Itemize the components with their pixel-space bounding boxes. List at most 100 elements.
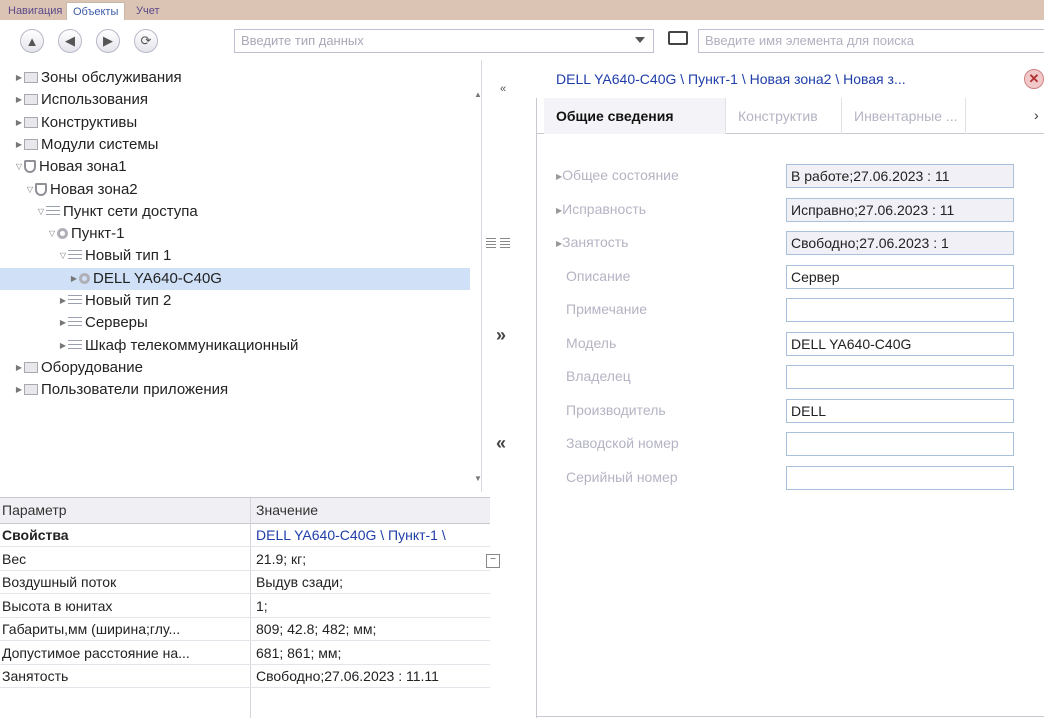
field-input[interactable]: DELL — [786, 398, 1014, 423]
close-icon[interactable]: ✕ — [1024, 69, 1044, 89]
field-label-text: Производитель — [566, 401, 666, 418]
expand-open-icon[interactable]: ▽ — [25, 179, 35, 201]
field-label-text: Модель — [566, 334, 617, 351]
tree-item[interactable]: ▶ Использования — [0, 89, 470, 111]
grid-param: Вес — [2, 550, 27, 567]
grip-icon[interactable] — [500, 238, 510, 248]
tree-item[interactable]: ▶ Конструктивы — [0, 112, 470, 134]
tree-item-label: Модули системы — [41, 135, 159, 153]
field-input[interactable] — [786, 298, 1014, 322]
monitor-icon[interactable] — [668, 31, 688, 45]
tab-navigation[interactable]: Навигация — [2, 2, 68, 20]
grid-param: Габариты,мм (ширина;глу... — [2, 621, 181, 637]
tab-construct[interactable]: Конструктив — [726, 98, 842, 134]
tree-item[interactable]: ▶ Зоны обслуживания — [0, 67, 470, 89]
tree-item[interactable]: ▽ Пункт сети доступа — [0, 201, 470, 223]
tab-objects[interactable]: Объекты — [66, 2, 126, 20]
tree-item-label: Пункт-1 — [71, 225, 125, 243]
grid-value[interactable]: 681; 861; мм; — [256, 642, 486, 664]
grip-icon[interactable] — [486, 238, 496, 248]
grid-row[interactable]: Допустимое расстояние на... 681; 861; мм; — [0, 642, 490, 665]
forward-icon[interactable]: ▶ — [96, 29, 120, 53]
grid-row[interactable]: Вес 21.9; кг; — [0, 548, 490, 571]
shield-icon — [35, 182, 47, 196]
field-input[interactable] — [786, 365, 1014, 389]
expand-closed-icon[interactable]: ▶ — [14, 112, 24, 134]
data-type-placeholder: Введите тип данных — [241, 33, 364, 48]
tree-item[interactable]: ▶ Новый тип 2 — [0, 290, 470, 312]
expand-open-icon[interactable]: ▽ — [58, 245, 68, 267]
grid-value[interactable]: 21.9; кг; — [256, 548, 486, 570]
breadcrumb[interactable]: DELL YA640-C40G \ Пункт-1 \ Новая зона2 … — [556, 67, 1004, 91]
expand-open-icon[interactable]: ▽ — [14, 156, 24, 178]
expand-open-icon[interactable]: ▽ — [47, 223, 57, 245]
tree-item[interactable]: ▶ Оборудование — [0, 357, 470, 379]
field-input[interactable] — [786, 432, 1014, 456]
grid-row[interactable]: Габариты,мм (ширина;глу... 809; 42.8; 482… — [0, 618, 490, 641]
divider — [536, 716, 1044, 717]
expand-open-icon[interactable]: ▽ — [36, 201, 46, 223]
tree-item-label: Использования — [41, 91, 148, 109]
expand-closed-icon[interactable]: ▶ — [14, 89, 24, 111]
grid-value[interactable]: Свободно;27.06.2023 : 11.11 — [256, 665, 486, 687]
grid-row[interactable]: Воздушный поток Выдув сзади; — [0, 571, 490, 594]
move-left-icon[interactable]: « — [496, 433, 506, 454]
grid-param: Высота в юнитах — [2, 597, 113, 614]
tree-item[interactable]: ▶ Модули системы — [0, 134, 470, 156]
expand-closed-icon[interactable]: ▶ — [14, 379, 24, 401]
expand-closed-icon[interactable]: ▶ — [14, 134, 24, 156]
expand-closed-icon[interactable]: ▶ — [58, 335, 68, 357]
tree-item[interactable]: ▽ Новая зона2 — [0, 179, 470, 201]
tab-inventory[interactable]: Инвентарные ... — [842, 98, 966, 134]
field-input[interactable]: DELL YA640-C40G — [786, 331, 1014, 356]
tree-item[interactable]: ▶ DELL YA640-C40G — [0, 267, 470, 290]
expand-closed-icon[interactable]: ▶ — [58, 312, 68, 334]
refresh-icon[interactable]: ⟳ — [134, 29, 158, 53]
up-icon[interactable]: ▲ — [20, 29, 44, 53]
data-type-combo[interactable]: Введите тип данных — [234, 29, 654, 53]
grid-value[interactable]: 809; 42.8; 482; мм; — [256, 618, 486, 640]
detail-tabs: Общие сведения Конструктив Инвентарные .… — [536, 98, 1044, 134]
grid-value[interactable]: 1; — [256, 595, 486, 617]
grid-row[interactable]: Высота в юнитах 1; — [0, 595, 490, 618]
collapse-left-icon[interactable]: « — [500, 83, 506, 95]
field-label: Примечание — [566, 301, 647, 317]
field-label: ▶Общее состояние — [556, 167, 679, 183]
expand-closed-icon[interactable]: ▶ — [14, 357, 24, 379]
tree-item-label: Шкаф телекоммуникационный — [85, 336, 299, 354]
tree-item[interactable]: ▽ Новый тип 1 — [0, 245, 470, 267]
tree-item[interactable]: ▽ Новая зона1 — [0, 156, 470, 178]
grid-value[interactable]: DELL YA640-C40G \ Пункт-1 \ — [256, 524, 486, 546]
field-input[interactable] — [786, 465, 1014, 490]
move-right-icon[interactable]: » — [496, 325, 506, 346]
expand-closed-icon[interactable]: ▶ — [58, 290, 68, 312]
tab-general-info[interactable]: Общие сведения — [544, 98, 726, 134]
tree-item[interactable]: ▽ Пункт-1 — [0, 223, 470, 245]
node-icon — [57, 228, 68, 240]
field-input[interactable]: Свободно;27.06.2023 : 1 — [786, 231, 1014, 255]
field-input[interactable]: Исправно;27.06.2023 : 11 — [786, 197, 1014, 222]
expand-closed-icon[interactable]: ▶ — [14, 67, 24, 89]
tree-item[interactable]: ▶ Пользователи приложения — [0, 379, 470, 401]
tree-item[interactable]: ▶ Серверы — [0, 312, 470, 334]
scroll-down-icon[interactable]: ▼ — [474, 474, 481, 483]
grid-row[interactable]: Занятость Свободно;27.06.2023 : 11.11 — [0, 665, 490, 688]
toolbar: ▲ ◀ ▶ ⟳ Введите тип данных Введите имя э… — [0, 20, 1044, 60]
field-input[interactable]: В работе;27.06.2023 : 11 — [786, 164, 1014, 188]
search-input[interactable]: Введите имя элемента для поиска — [698, 29, 1044, 53]
tabs-more-icon[interactable]: › — [1034, 107, 1039, 123]
tree-item-label: Пользователи приложения — [41, 381, 229, 399]
dropdown-arrow-icon[interactable] — [635, 37, 645, 43]
back-icon[interactable]: ◀ — [58, 29, 82, 53]
expand-closed-icon[interactable]: ▶ — [69, 268, 79, 290]
tree-item[interactable]: ▶ Шкаф телекоммуникационный — [0, 335, 470, 357]
grid-value[interactable]: Выдув сзади; — [256, 571, 486, 593]
grid-row[interactable]: Свойства DELL YA640-C40G \ Пункт-1 \ — [0, 524, 490, 547]
grid-header-param: Параметр — [2, 502, 67, 518]
tab-accounting[interactable]: Учет — [130, 2, 166, 20]
list-icon — [68, 295, 82, 306]
collapse-grid-icon[interactable]: − — [486, 554, 500, 568]
scroll-up-icon[interactable]: ▲ — [474, 90, 481, 99]
field-input[interactable]: Сервер — [786, 264, 1014, 289]
object-tree: ▶ Зоны обслуживания ▶ Использования ▶ Констру… — [0, 60, 482, 492]
